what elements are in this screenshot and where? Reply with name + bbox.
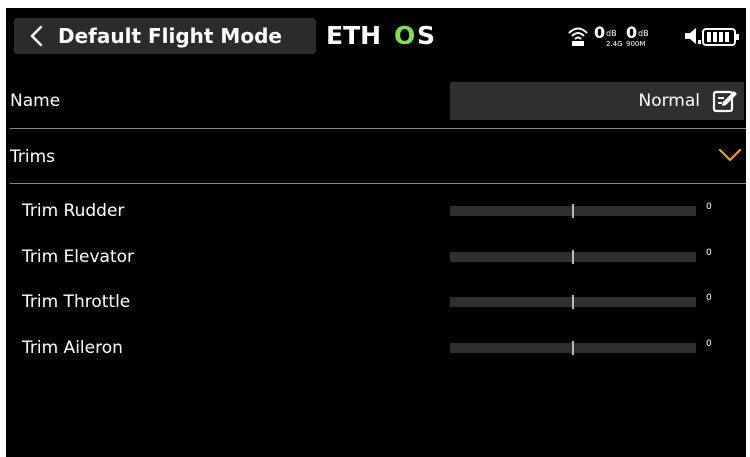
- rssi-value-2: 0: [626, 23, 638, 42]
- trim-label: Trim Aileron: [22, 338, 123, 358]
- trim-slider[interactable]: [450, 341, 696, 355]
- trim-value: 0: [706, 339, 712, 349]
- trim-row-rudder: Trim Rudder 0: [6, 189, 746, 235]
- trim-label: Trim Throttle: [22, 292, 131, 312]
- band-label-1: 2.4G: [606, 40, 623, 48]
- ethos-screen: Default Flight Mode ETH O S 0 dB 0 dB 2.…: [6, 8, 746, 457]
- rssi-unit-1: dB: [606, 29, 617, 38]
- trim-row-throttle: Trim Throttle 0: [6, 280, 746, 326]
- trim-label: Trim Elevator: [22, 247, 135, 267]
- band-label-2: 900M: [626, 40, 646, 48]
- rssi-value-1: 0: [594, 23, 606, 42]
- trims-section-label: Trims: [10, 147, 56, 167]
- trims-section-header[interactable]: Trims: [6, 129, 746, 184]
- trim-value: 0: [706, 248, 712, 258]
- trim-center-marker: [572, 341, 574, 355]
- speaker-icon: [685, 28, 701, 44]
- trim-slider[interactable]: [450, 295, 696, 309]
- trim-row-elevator: Trim Elevator 0: [6, 235, 746, 281]
- chevron-down-icon[interactable]: [718, 147, 742, 163]
- back-title-button[interactable]: Default Flight Mode: [14, 18, 316, 54]
- ethos-logo: ETH O S: [326, 22, 435, 48]
- edit-icon[interactable]: [712, 88, 738, 114]
- trim-value: 0: [706, 293, 712, 303]
- rssi-icon: [568, 27, 588, 46]
- rssi-unit-2: dB: [638, 29, 649, 38]
- trim-row-aileron: Trim Aileron 0: [6, 326, 746, 372]
- trim-slider[interactable]: [450, 204, 696, 218]
- name-label: Name: [10, 91, 61, 111]
- trim-slider[interactable]: [450, 250, 696, 264]
- trim-center-marker: [572, 204, 574, 218]
- header-bar: Default Flight Mode ETH O S 0 dB 0 dB 2.…: [6, 8, 746, 68]
- back-icon[interactable]: [22, 21, 52, 51]
- name-value: Normal: [638, 91, 700, 111]
- svg-text:O: O: [394, 22, 415, 48]
- trim-label: Trim Rudder: [22, 201, 125, 221]
- trim-value: 0: [706, 202, 712, 212]
- divider: [10, 183, 746, 184]
- battery-icon: [702, 28, 739, 46]
- status-indicators: 0 dB 0 dB 2.4G 900M: [566, 21, 746, 51]
- svg-text:ETH: ETH: [326, 22, 381, 48]
- page-title: Default Flight Mode: [58, 24, 282, 48]
- svg-text:S: S: [417, 22, 435, 48]
- trim-center-marker: [572, 250, 574, 264]
- trim-center-marker: [572, 295, 574, 309]
- name-row: Name Normal: [6, 74, 746, 129]
- name-field[interactable]: Normal: [450, 82, 744, 120]
